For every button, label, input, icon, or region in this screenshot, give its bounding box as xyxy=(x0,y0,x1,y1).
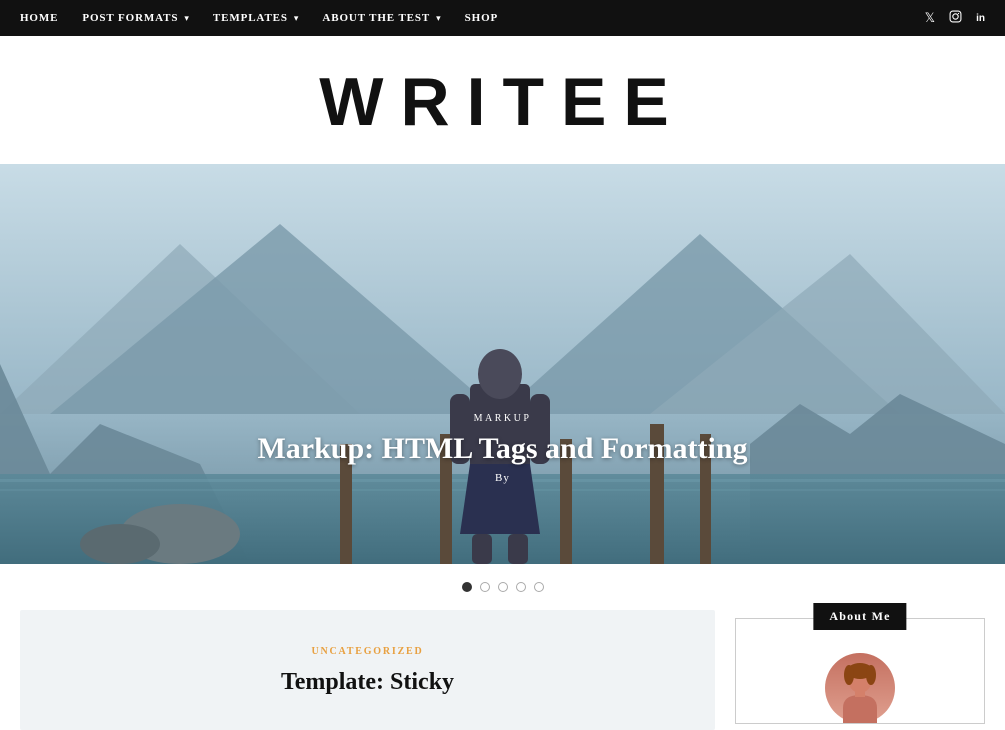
nav-shop[interactable]: SHOP xyxy=(465,12,498,24)
avatar xyxy=(825,653,895,723)
linkedin-icon[interactable]: in xyxy=(976,13,985,24)
site-header: WRITEE xyxy=(0,36,1005,164)
slider-dot-1[interactable] xyxy=(462,582,472,592)
post-category: UNCATEGORIZED xyxy=(50,646,685,657)
about-me-label: About Me xyxy=(813,603,906,630)
site-title[interactable]: WRITEE xyxy=(0,68,1005,136)
slider-dot-3[interactable] xyxy=(498,582,508,592)
hero-slider: MARKUP Markup: HTML Tags and Formatting … xyxy=(0,164,1005,564)
hero-title[interactable]: Markup: HTML Tags and Formatting xyxy=(0,432,1005,466)
post-card: UNCATEGORIZED Template: Sticky xyxy=(20,610,715,730)
chevron-down-icon: ▾ xyxy=(294,13,299,24)
nav-home[interactable]: HOME xyxy=(20,12,58,24)
main-content: UNCATEGORIZED Template: Sticky xyxy=(20,610,715,730)
nav-about-the-test[interactable]: ABOUT THE TEST xyxy=(322,12,430,24)
main-navigation: HOME POST FORMATS ▾ TEMPLATES ▾ ABOUT TH… xyxy=(0,0,1005,36)
slider-dot-4[interactable] xyxy=(516,582,526,592)
hero-category: MARKUP xyxy=(0,413,1005,424)
slider-dot-5[interactable] xyxy=(534,582,544,592)
instagram-icon[interactable] xyxy=(949,10,962,27)
nav-templates[interactable]: TEMPLATES xyxy=(213,12,288,24)
hero-by-line: By xyxy=(0,472,1005,484)
hero-image: MARKUP Markup: HTML Tags and Formatting … xyxy=(0,164,1005,564)
social-links:  𝕏 in xyxy=(911,10,985,27)
twitter-icon[interactable]: 𝕏 xyxy=(925,10,935,26)
sidebar: About Me xyxy=(735,610,985,730)
nav-links: HOME POST FORMATS ▾ TEMPLATES ▾ ABOUT TH… xyxy=(20,12,498,24)
post-title[interactable]: Template: Sticky xyxy=(50,669,685,696)
chevron-down-icon: ▾ xyxy=(184,13,189,24)
chevron-down-icon: ▾ xyxy=(436,13,441,24)
slider-dot-2[interactable] xyxy=(480,582,490,592)
nav-post-formats[interactable]: POST FORMATS xyxy=(82,12,178,24)
about-me-frame: About Me xyxy=(735,618,985,724)
about-me-widget: About Me xyxy=(735,610,985,724)
hero-overlay: MARKUP Markup: HTML Tags and Formatting … xyxy=(0,413,1005,484)
about-me-content xyxy=(736,643,984,723)
content-row: UNCATEGORIZED Template: Sticky About Me xyxy=(0,610,1005,730)
